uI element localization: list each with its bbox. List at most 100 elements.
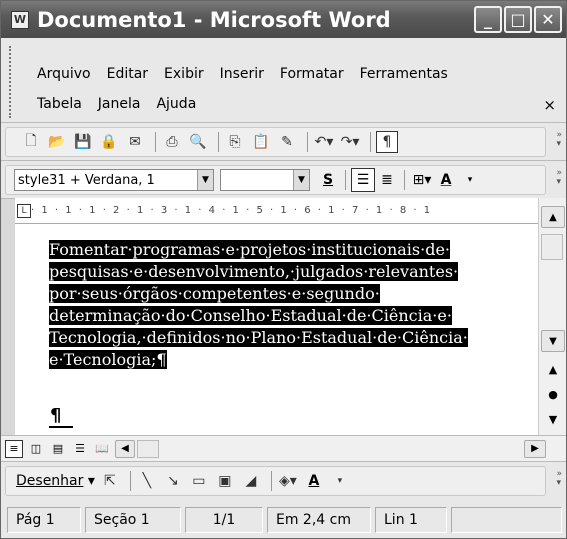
menu-ferramentas[interactable]: Ferramentas bbox=[360, 66, 448, 82]
font-size-combo[interactable]: ▼ bbox=[220, 169, 310, 191]
close-icon[interactable]: ✕ bbox=[534, 6, 562, 33]
horizontal-scrollbar[interactable]: ≡ ◫ ▤ ☰ 📖 ◀ ▶ bbox=[1, 435, 566, 461]
separator bbox=[129, 471, 131, 491]
separator bbox=[155, 132, 156, 152]
text-box-icon[interactable]: ▣ bbox=[214, 470, 236, 492]
chevron-down-icon[interactable]: ▾ bbox=[329, 470, 351, 492]
text-line: Fomentar·programas·e·projetos·institucio… bbox=[49, 240, 451, 259]
text-cursor bbox=[49, 426, 73, 428]
formatting-toolbar: style31 + Verdana, 1 ▼ ▼ S ☰ ≣ ⊞▾ A ▾ » ▾ bbox=[1, 161, 566, 199]
tab-stop-icon[interactable]: L bbox=[17, 204, 31, 218]
justify-icon[interactable]: ≣ bbox=[375, 168, 399, 192]
text-line: Tecnologia,·definidos·no·Plano·Estadual·… bbox=[49, 328, 468, 347]
document-area[interactable]: Fomentar·programas·e·projetos·institucio… bbox=[15, 224, 538, 435]
chevron-down-icon[interactable]: ▾ bbox=[458, 168, 482, 192]
status-position[interactable]: Em 2,4 cm bbox=[267, 506, 371, 533]
print-icon[interactable]: ⎙ bbox=[161, 131, 183, 153]
text-line: por·seus·órgãos·competentes·e·segundo· bbox=[49, 284, 380, 303]
menu-janela[interactable]: Janela bbox=[98, 96, 141, 112]
menu-bar: Arquivo Editar Exibir Inserir Formatar F… bbox=[1, 38, 566, 123]
permission-icon[interactable]: 🔒 bbox=[98, 131, 120, 153]
next-page-icon[interactable]: ▼ bbox=[539, 413, 567, 426]
status-section[interactable]: Seção 1 bbox=[85, 506, 181, 533]
status-page[interactable]: Pág 1 bbox=[7, 506, 81, 533]
font-color-button[interactable]: A bbox=[434, 168, 458, 192]
show-formatting-icon[interactable]: ¶ bbox=[376, 131, 398, 153]
scroll-right-icon[interactable]: ▶ bbox=[524, 439, 546, 458]
standard-toolbar: 🗋 📂 💾 🔒 ✉ ⎙ 🔍 ⎘ 📋 ✎ ↶▾ ↷▾ ¶ » ▾ bbox=[1, 123, 566, 161]
toolbar-options-icon[interactable]: » ▾ bbox=[556, 169, 562, 187]
wordart-icon[interactable]: ◢ bbox=[240, 470, 262, 492]
drawing-toolbar: Desenhar ▾ ⇱ ╲ ↘ ▭ ▣ ◢ ◈▾ A ▾ » ▾ bbox=[1, 461, 566, 501]
draw-label: Desenhar bbox=[16, 473, 84, 489]
menu-editar[interactable]: Editar bbox=[107, 66, 148, 82]
selected-paragraph[interactable]: Fomentar·programas·e·projetos·institucio… bbox=[49, 239, 505, 371]
vertical-scrollbar[interactable]: ▲ ▼ ▲ ● ▼ bbox=[538, 198, 566, 435]
title-bar[interactable]: W Documento1 - Microsoft Word _ □ ✕ bbox=[1, 1, 566, 38]
status-pages[interactable]: 1/1 bbox=[185, 506, 263, 533]
separator bbox=[218, 132, 219, 152]
strikethrough-button[interactable]: S bbox=[316, 168, 340, 192]
style-value: style31 + Verdana, 1 bbox=[18, 172, 155, 188]
normal-view-icon[interactable]: ≡ bbox=[5, 439, 23, 458]
toolbar-options-icon[interactable]: » ▾ bbox=[556, 131, 562, 149]
scroll-up-icon[interactable]: ▲ bbox=[541, 206, 565, 228]
ruler-marks: · 1 · 1 · 1 · 2 · 1 · 3 · 1 · 4 · 1 · 5 … bbox=[31, 205, 433, 216]
horizontal-scroll-thumb[interactable] bbox=[137, 439, 159, 458]
undo-icon[interactable]: ↶▾ bbox=[313, 131, 335, 153]
redo-icon[interactable]: ↷▾ bbox=[339, 131, 361, 153]
menu-exibir[interactable]: Exibir bbox=[164, 66, 204, 82]
new-icon[interactable]: 🗋 bbox=[20, 131, 42, 153]
horizontal-ruler[interactable]: L · 1 · 1 · 1 · 2 · 1 · 3 · 1 · 4 · 1 · … bbox=[15, 198, 538, 224]
status-bar: Pág 1 Seção 1 1/1 Em 2,4 cm Lin 1 bbox=[1, 501, 566, 538]
rectangle-icon[interactable]: ▭ bbox=[188, 470, 210, 492]
text-line: determinação·do·Conselho·Estadual·de·Ciê… bbox=[49, 306, 452, 325]
paste-icon[interactable]: 📋 bbox=[250, 131, 272, 153]
toolbar-options-icon[interactable]: » ▾ bbox=[556, 470, 562, 488]
style-combo[interactable]: style31 + Verdana, 1 ▼ bbox=[14, 169, 214, 191]
chevron-down-icon[interactable]: ▼ bbox=[293, 170, 309, 190]
menu-arquivo[interactable]: Arquivo bbox=[37, 66, 91, 82]
scroll-thumb[interactable] bbox=[541, 234, 563, 260]
fill-color-icon[interactable]: ◈▾ bbox=[277, 470, 299, 492]
text-line: pesquisas·e·desenvolvimento,·julgados·re… bbox=[49, 262, 459, 281]
reading-view-icon[interactable]: 📖 bbox=[93, 440, 111, 458]
select-browse-object-icon[interactable]: ● bbox=[539, 388, 567, 401]
scroll-down-icon[interactable]: ▼ bbox=[541, 330, 565, 352]
document-close-button[interactable]: × bbox=[543, 96, 556, 114]
copy-icon[interactable]: ⎘ bbox=[224, 131, 246, 153]
scroll-left-icon[interactable]: ◀ bbox=[115, 439, 135, 458]
outline-view-icon[interactable]: ☰ bbox=[71, 440, 89, 458]
minimize-icon[interactable]: _ bbox=[474, 6, 502, 33]
chevron-down-icon[interactable]: ▼ bbox=[197, 170, 213, 190]
text-line: e·Tecnologia;¶ bbox=[49, 350, 167, 369]
window-title: Documento1 - Microsoft Word bbox=[37, 7, 391, 32]
menu-grip[interactable] bbox=[9, 46, 12, 118]
menu-inserir[interactable]: Inserir bbox=[220, 66, 264, 82]
previous-page-icon[interactable]: ▲ bbox=[539, 363, 567, 376]
menu-ajuda[interactable]: Ajuda bbox=[156, 96, 196, 112]
select-objects-icon[interactable]: ⇱ bbox=[99, 470, 121, 492]
draw-menu-button[interactable]: Desenhar ▾ bbox=[16, 470, 95, 492]
email-icon[interactable]: ✉ bbox=[124, 131, 146, 153]
maximize-icon[interactable]: □ bbox=[504, 6, 532, 33]
separator bbox=[270, 471, 272, 491]
format-painter-icon[interactable]: ✎ bbox=[276, 131, 298, 153]
web-view-icon[interactable]: ◫ bbox=[27, 440, 45, 458]
save-icon[interactable]: 💾 bbox=[72, 131, 94, 153]
status-extra bbox=[451, 506, 562, 533]
open-icon[interactable]: 📂 bbox=[46, 131, 68, 153]
separator bbox=[307, 132, 308, 152]
align-left-icon[interactable]: ☰ bbox=[351, 168, 375, 192]
status-line[interactable]: Lin 1 bbox=[375, 506, 447, 533]
print-view-icon[interactable]: ▤ bbox=[49, 440, 67, 458]
word-doc-icon[interactable]: W bbox=[11, 10, 29, 29]
menu-formatar[interactable]: Formatar bbox=[280, 66, 344, 82]
print-preview-icon[interactable]: 🔍 bbox=[187, 131, 209, 153]
menu-tabela[interactable]: Tabela bbox=[37, 96, 82, 112]
separator bbox=[370, 132, 371, 152]
arrow-icon[interactable]: ↘ bbox=[162, 470, 184, 492]
borders-icon[interactable]: ⊞▾ bbox=[410, 168, 434, 192]
draw-font-color-button[interactable]: A bbox=[303, 470, 325, 492]
line-icon[interactable]: ╲ bbox=[136, 470, 158, 492]
